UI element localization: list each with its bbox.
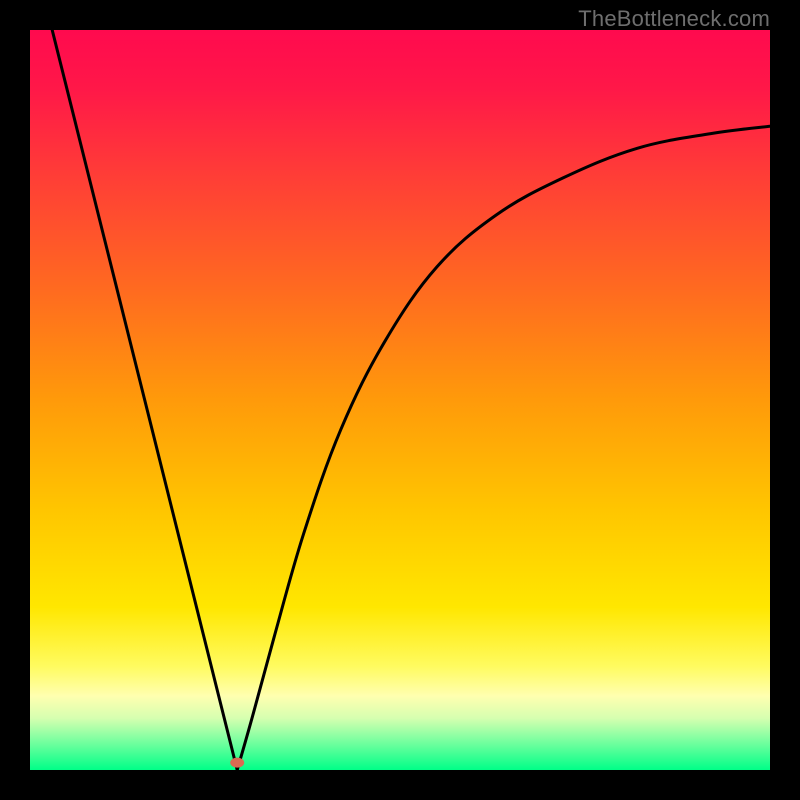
watermark-text: TheBottleneck.com	[578, 6, 770, 32]
chart-frame: TheBottleneck.com	[0, 0, 800, 800]
curve-right-branch	[237, 126, 770, 770]
curve-left-branch	[52, 30, 237, 770]
minimum-marker	[230, 758, 244, 768]
plot-area	[30, 30, 770, 770]
bottleneck-curve	[30, 30, 770, 770]
